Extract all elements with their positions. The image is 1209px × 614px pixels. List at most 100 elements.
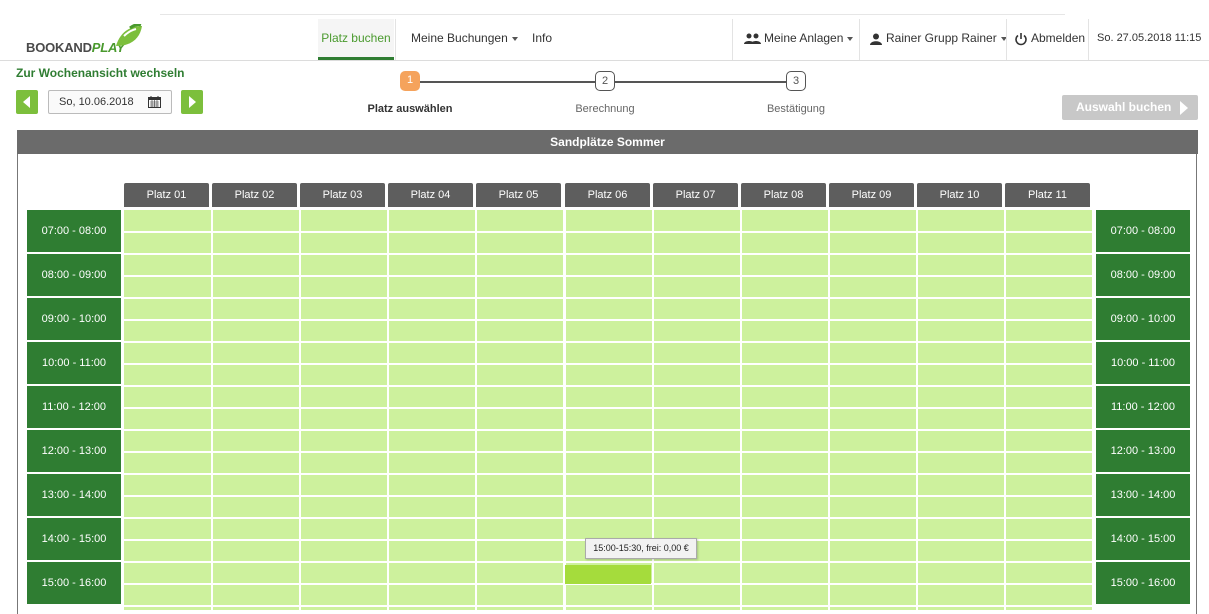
- slot-divider: [124, 253, 1093, 255]
- court-header: Platz 07: [653, 183, 738, 207]
- slot-divider: [124, 429, 1093, 431]
- nav-info[interactable]: Info: [532, 19, 552, 60]
- court-column-slots[interactable]: [741, 210, 828, 610]
- slot-divider: [124, 297, 1093, 299]
- slot-divider: [124, 341, 1093, 343]
- column-divider: [740, 210, 742, 610]
- time-label-right: 12:00 - 13:00: [1096, 430, 1190, 472]
- date-picker[interactable]: So, 10.06.2018: [48, 90, 172, 114]
- column-divider: [1004, 210, 1006, 610]
- time-label-right: 15:00 - 16:00: [1096, 562, 1190, 604]
- column-divider: [828, 210, 830, 610]
- court-column-slots[interactable]: [829, 210, 916, 610]
- court-column-slots[interactable]: [476, 210, 563, 610]
- slot-divider: [124, 517, 1093, 519]
- slot-divider: [124, 319, 1093, 321]
- time-label-left: 10:00 - 11:00: [27, 342, 121, 384]
- time-label-left: 13:00 - 14:00: [27, 474, 121, 516]
- logout-label: Abmelden: [1031, 31, 1086, 45]
- time-label-left: 09:00 - 10:00: [27, 298, 121, 340]
- stepper-line: [420, 81, 596, 83]
- arrow-left-icon: [23, 96, 30, 108]
- column-divider: [564, 210, 566, 610]
- week-view-link[interactable]: Zur Wochenansicht wechseln: [16, 66, 184, 80]
- chevron-down-icon: [847, 36, 854, 41]
- chevron-down-icon: [511, 36, 518, 41]
- time-label-left: 08:00 - 09:00: [27, 254, 121, 296]
- nav-my-facilities[interactable]: Meine Anlagen: [744, 19, 854, 60]
- column-divider: [387, 210, 389, 610]
- slot-divider: [124, 495, 1093, 497]
- navbar: BOOKANDPLAY Platz buchen Meine Buchungen…: [0, 19, 1209, 61]
- nav-separator: [859, 19, 860, 60]
- date-value: So, 10.06.2018: [59, 96, 134, 108]
- court-header: Platz 06: [565, 183, 650, 207]
- column-divider: [211, 210, 213, 610]
- step-2-label: Berechnung: [575, 103, 635, 115]
- court-column-slots[interactable]: [124, 210, 211, 610]
- top-strip: [160, 0, 1065, 15]
- column-divider: [916, 210, 918, 610]
- logo-text: BOOKANDPLAY: [26, 40, 125, 55]
- logout-button[interactable]: Abmelden: [1014, 19, 1085, 60]
- court-header: Platz 10: [917, 183, 1002, 207]
- slot-divider: [124, 231, 1093, 233]
- step-3-indicator: 3: [786, 71, 806, 91]
- slot-divider: [124, 407, 1093, 409]
- slot-divider: [124, 605, 1093, 607]
- slot-divider: [124, 451, 1093, 453]
- time-label-right: 14:00 - 15:00: [1096, 518, 1190, 560]
- step-2-indicator: 2: [595, 71, 615, 91]
- nav-separator: [732, 19, 733, 60]
- slot-divider: [124, 275, 1093, 277]
- arrow-right-icon: [1180, 101, 1188, 115]
- nav-separator: [395, 19, 396, 60]
- court-header: Platz 01: [124, 183, 209, 207]
- court-column-slots[interactable]: [300, 210, 387, 610]
- panel-title: Sandplätze Sommer: [17, 130, 1198, 154]
- nav-my-bookings[interactable]: Meine Buchungen: [411, 19, 518, 60]
- court-header: Platz 03: [300, 183, 385, 207]
- time-label-right: 09:00 - 10:00: [1096, 298, 1190, 340]
- nav-my-bookings-label: Meine Buchungen: [411, 31, 508, 45]
- time-label-right: 13:00 - 14:00: [1096, 474, 1190, 516]
- court-header: Platz 05: [476, 183, 561, 207]
- court-column-slots[interactable]: [388, 210, 475, 610]
- court-header: Platz 09: [829, 183, 914, 207]
- time-label-left: 11:00 - 12:00: [27, 386, 121, 428]
- next-day-button[interactable]: [181, 90, 203, 114]
- column-divider: [299, 210, 301, 610]
- stepper-line: [614, 81, 786, 83]
- time-label-right: 11:00 - 12:00: [1096, 386, 1190, 428]
- court-column-slots[interactable]: [212, 210, 299, 610]
- court-header: Platz 04: [388, 183, 473, 207]
- column-divider: [475, 210, 477, 610]
- leaf-icon: [116, 24, 142, 46]
- court-column-slots[interactable]: [1005, 210, 1092, 610]
- slot-divider: [124, 561, 1093, 563]
- time-label-right: 07:00 - 08:00: [1096, 210, 1190, 252]
- time-label-right: 10:00 - 11:00: [1096, 342, 1190, 384]
- selected-slot[interactable]: [565, 565, 651, 584]
- nav-my-facilities-label: Meine Anlagen: [764, 31, 844, 45]
- nav-user-label: Rainer Grupp Rainer: [886, 31, 997, 45]
- nav-separator: [1006, 19, 1007, 60]
- slot-divider: [124, 473, 1093, 475]
- nav-book-court[interactable]: Platz buchen: [318, 19, 394, 60]
- calendar-icon[interactable]: [148, 96, 161, 108]
- court-header: Platz 11: [1005, 183, 1090, 207]
- user-icon: [870, 33, 882, 45]
- time-label-left: 12:00 - 13:00: [27, 430, 121, 472]
- court-header: Platz 08: [741, 183, 826, 207]
- court-column-slots[interactable]: [917, 210, 1004, 610]
- step-1-indicator: 1: [400, 71, 420, 91]
- book-selection-label: Auswahl buchen: [1076, 100, 1172, 114]
- time-label-left: 14:00 - 15:00: [27, 518, 121, 560]
- book-selection-button[interactable]: Auswahl buchen: [1062, 95, 1198, 120]
- time-label-right: 08:00 - 09:00: [1096, 254, 1190, 296]
- court-header: Platz 02: [212, 183, 297, 207]
- nav-separator: [1088, 19, 1089, 60]
- slot-divider: [124, 363, 1093, 365]
- nav-user-menu[interactable]: Rainer Grupp Rainer: [870, 19, 1007, 60]
- previous-day-button[interactable]: [16, 90, 38, 114]
